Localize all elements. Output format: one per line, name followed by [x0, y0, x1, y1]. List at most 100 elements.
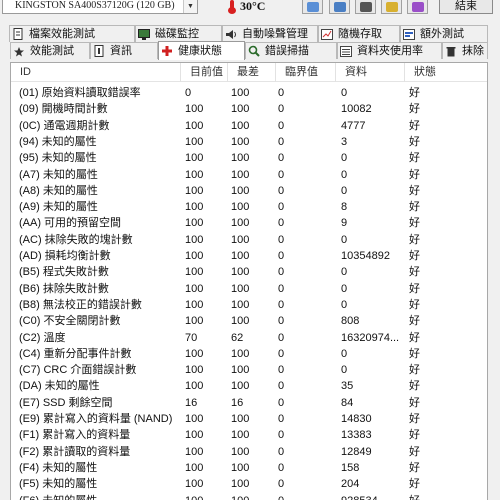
cell-worst: 100 — [231, 478, 250, 491]
table-row[interactable]: (01) 原始資料讀取錯誤率 0 100 0 0 好 — [11, 85, 487, 101]
table-row[interactable]: (95) 未知的屬性 100 100 0 0 好 — [11, 150, 487, 166]
folder-icon — [340, 45, 352, 57]
cell-id: (C4) 重新分配事件計數 — [19, 347, 132, 360]
column-header-current[interactable]: 目前值 — [181, 63, 228, 82]
column-header-threshold[interactable]: 臨界值 — [276, 63, 336, 82]
table-row[interactable]: (AC) 抹除失敗的塊計數 100 100 0 0 好 — [11, 232, 487, 248]
cell-status: 好 — [409, 233, 420, 246]
cell-threshold: 0 — [278, 331, 285, 344]
cell-data: 84 — [341, 396, 354, 409]
cell-current: 100 — [185, 298, 204, 311]
cell-data: 928534 — [341, 493, 405, 500]
drive-select[interactable]: KINGSTON SA400S37120G (120 GB) ▼ — [2, 0, 198, 14]
table-row[interactable]: (F5) 未知的屬性 100 100 0 204 好 — [11, 476, 487, 492]
screenshot-button[interactable] — [355, 0, 376, 14]
cell-threshold: 0 — [278, 364, 285, 377]
toolbar: KINGSTON SA400S37120G (120 GB) ▼ 30°C 結束 — [0, 0, 500, 22]
table-row[interactable]: (94) 未知的屬性 100 100 0 3 好 — [11, 134, 487, 150]
exit-button[interactable]: 結束 — [439, 0, 493, 14]
cell-id: (DA) 未知的屬性 — [19, 380, 100, 393]
cell-id: (E7) SSD 剩餘空間 — [19, 396, 113, 409]
tab-info[interactable]: 資訊 — [90, 42, 158, 59]
copy-button[interactable] — [302, 0, 323, 14]
table-row[interactable]: (C0) 不安全關閉計數 100 100 0 808 好 — [11, 313, 487, 329]
cell-threshold: 0 — [278, 201, 285, 214]
table-row[interactable]: (E9) 累計寫入的資料量 (NAND) 100 100 0 14830 好 — [11, 411, 487, 427]
column-header-status[interactable]: 狀態 — [405, 63, 487, 82]
tools-icon — [385, 1, 398, 12]
cell-id: (09) 開機時間計數 — [19, 103, 108, 116]
tab-extra-tests[interactable]: 額外測試 — [400, 25, 488, 42]
cell-data: 0 — [341, 184, 348, 197]
table-row[interactable]: (DA) 未知的屬性 100 100 0 35 好 — [11, 378, 487, 394]
file-icon — [12, 28, 24, 40]
cell-status: 好 — [409, 413, 420, 425]
table-row[interactable]: (A9) 未知的屬性 100 100 0 8 好 — [11, 199, 487, 215]
cell-current: 100 — [185, 217, 204, 230]
cell-status: 好 — [409, 445, 420, 458]
download-icon — [411, 1, 424, 12]
cell-current: 70 — [185, 331, 198, 344]
table-row[interactable]: (A8) 未知的屬性 100 100 0 0 好 — [11, 183, 487, 199]
cell-status: 好 — [409, 217, 420, 230]
tab-erase[interactable]: 抹除 — [442, 42, 488, 59]
table-row[interactable]: (E7) SSD 剩餘空間 16 16 0 84 好 — [11, 395, 487, 411]
cell-current: 100 — [185, 201, 204, 214]
cell-status: 好 — [409, 364, 420, 377]
tab-label: 自動噪聲管理 — [242, 27, 308, 40]
table-row[interactable]: (0C) 通電週期計數 100 100 0 4777 好 — [11, 118, 487, 134]
table-row[interactable]: (B5) 程式失敗計數 100 100 0 0 好 — [11, 264, 487, 280]
tab-random-access[interactable]: 隨機存取 — [318, 25, 400, 42]
cell-worst: 100 — [231, 445, 250, 458]
table-row[interactable]: (C4) 重新分配事件計數 100 100 0 0 好 — [11, 346, 487, 362]
copy-icon — [306, 1, 319, 12]
table-row[interactable]: (C2) 溫度 70 62 0 16320974... 好 — [11, 330, 487, 346]
table-row[interactable]: (B6) 抹除失敗計數 100 100 0 0 好 — [11, 281, 487, 297]
cell-data: 16320974... — [341, 331, 400, 344]
column-header-worst[interactable]: 最差 — [228, 63, 276, 82]
cell-worst: 100 — [231, 152, 250, 165]
cell-worst: 100 — [231, 282, 250, 295]
table-row[interactable]: (F6) 未知的屬性1001000928534好 — [11, 493, 487, 500]
cell-status: 好 — [409, 315, 420, 328]
cell-worst: 100 — [231, 380, 250, 393]
tab-health[interactable]: 健康狀態 — [158, 41, 245, 60]
cell-worst: 100 — [231, 298, 250, 311]
save-button[interactable] — [329, 0, 350, 14]
cell-status: 好 — [409, 184, 420, 197]
tab-benchmark[interactable]: 效能測試 — [10, 42, 90, 59]
tab-file-benchmark[interactable]: 檔案效能測試 — [9, 25, 135, 42]
cell-id: (C2) 溫度 — [19, 331, 66, 344]
table-row[interactable]: (AD) 損耗均衡計數 100 100 0 10354892 好 — [11, 248, 487, 264]
cell-threshold: 0 — [278, 87, 285, 99]
table-row[interactable]: (B8) 無法校正的錯誤計數 100 100 0 0 好 — [11, 297, 487, 313]
column-header-data[interactable]: 資料 — [336, 63, 405, 82]
tab-label: 額外測試 — [420, 27, 464, 40]
column-header-id[interactable]: ID — [11, 63, 181, 82]
tab-label: 隨機存取 — [338, 27, 382, 40]
table-row[interactable]: (F2) 累計讀取的資料量 100 100 0 12849 好 — [11, 444, 487, 460]
table-row[interactable]: (F1) 累計寫入的資料量 100 100 0 13383 好 — [11, 427, 487, 443]
tab-noise-management[interactable]: 自動噪聲管理 — [222, 25, 318, 42]
table-row[interactable]: (AA) 可用的預留空間 100 100 0 9 好 — [11, 215, 487, 231]
options-button[interactable] — [381, 0, 402, 14]
update-button[interactable] — [407, 0, 428, 14]
cell-data: 0 — [341, 152, 348, 165]
table-row[interactable]: (A7) 未知的屬性 100 100 0 0 好 — [11, 167, 487, 183]
table-row[interactable]: (F4) 未知的屬性 100 100 0 158 好 — [11, 460, 487, 476]
tab-disk-monitor[interactable]: 磁碟監控 — [135, 25, 222, 42]
table-row[interactable]: (C7) CRC 介面錯誤計數 100 100 0 0 好 — [11, 362, 487, 378]
tab-error-scan[interactable]: 錯誤掃描 — [245, 42, 337, 59]
cell-id: (AD) 損耗均衡計數 — [19, 250, 111, 262]
cell-data: 204 — [341, 478, 360, 491]
temperature-display: 30°C — [228, 0, 265, 14]
tab-label: 資訊 — [110, 44, 132, 57]
cell-worst: 100 — [231, 315, 250, 328]
chart-icon — [321, 28, 333, 40]
cell-id: (C0) 不安全關閉計數 — [19, 315, 121, 328]
table-row[interactable]: (09) 開機時間計數 100 100 0 10082 好 — [11, 101, 487, 117]
cell-threshold: 0 — [278, 168, 285, 181]
chevron-down-icon[interactable]: ▼ — [183, 0, 197, 13]
cell-id: (0C) 通電週期計數 — [19, 119, 110, 132]
tab-folder-usage[interactable]: 資料夾使用率 — [337, 42, 442, 59]
